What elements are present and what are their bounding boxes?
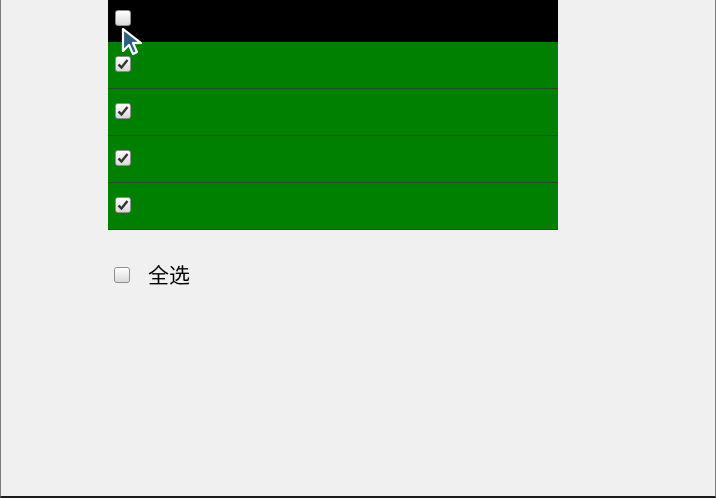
item-checkbox[interactable] — [115, 103, 131, 119]
check-icon — [117, 200, 129, 211]
list-item — [108, 0, 558, 42]
list-item — [108, 42, 558, 89]
list-item — [108, 183, 558, 230]
item-checkbox[interactable] — [115, 10, 131, 26]
select-all[interactable]: 全选 — [114, 262, 190, 288]
select-all-checkbox[interactable] — [114, 267, 130, 283]
item-checkbox[interactable] — [115, 150, 131, 166]
list-item — [108, 136, 558, 183]
select-all-label[interactable]: 全选 — [148, 260, 190, 290]
item-checkbox[interactable] — [115, 56, 131, 72]
check-icon — [117, 59, 129, 70]
item-checkbox[interactable] — [115, 197, 131, 213]
check-icon — [117, 153, 129, 164]
list-item — [108, 89, 558, 136]
check-icon — [117, 106, 129, 117]
checkbox-list — [108, 0, 558, 230]
